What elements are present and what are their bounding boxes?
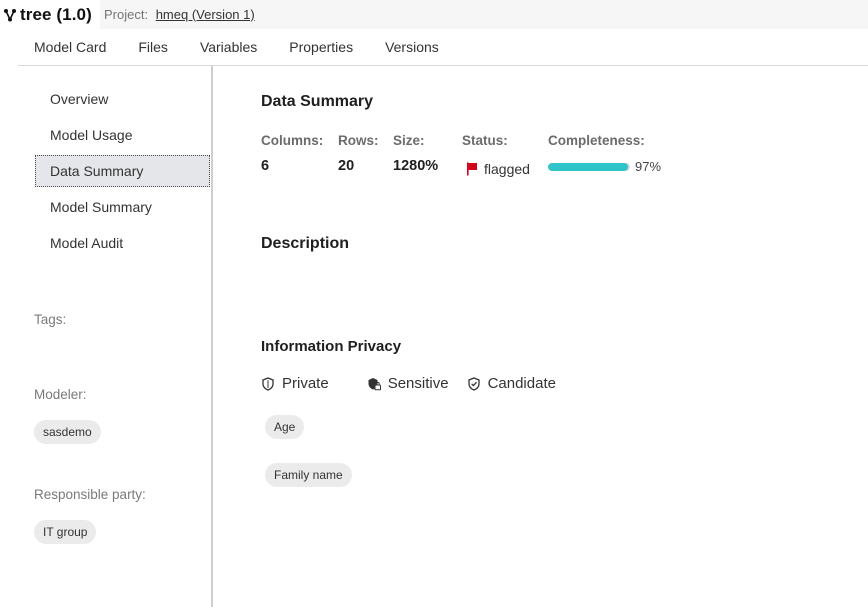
size-label: Size: xyxy=(393,133,425,148)
privacy-option-sensitive[interactable]: Sensitive xyxy=(367,375,449,392)
modeler-chip: sasdemo xyxy=(34,420,101,444)
app-title: tree (1.0) xyxy=(20,4,92,24)
tab-versions[interactable]: Versions xyxy=(385,39,439,55)
rows-label: Rows: xyxy=(338,133,379,148)
tab-files[interactable]: Files xyxy=(138,39,168,55)
rows-value: 20 xyxy=(338,158,355,174)
columns-value: 6 xyxy=(261,158,270,174)
privacy-options: Private Sensitive Candidate xyxy=(261,375,556,392)
flag-icon xyxy=(467,162,477,176)
project-link[interactable]: hmeq (Version 1) xyxy=(156,7,255,22)
sidebar-item-data-summary[interactable]: Data Summary xyxy=(35,155,210,187)
sidebar-item-model-usage[interactable]: Model Usage xyxy=(35,119,210,151)
shield-check-icon xyxy=(467,376,480,391)
shield-icon xyxy=(262,376,274,391)
completeness-value: 97% xyxy=(635,159,662,174)
private-label: Private xyxy=(282,375,329,392)
candidate-label: Candidate xyxy=(487,375,556,392)
description-heading: Description xyxy=(261,235,350,252)
progress-fill xyxy=(548,162,628,171)
status-value: flagged xyxy=(466,161,530,177)
completeness-label: Completeness: xyxy=(548,133,645,148)
completeness-bar: 97% xyxy=(548,159,661,174)
branch-icon xyxy=(4,8,16,21)
progress-track xyxy=(548,162,630,171)
main-content: Data Summary Columns: 6 Rows: 20 Size: 1… xyxy=(261,66,861,606)
page-title: Data Summary xyxy=(261,93,374,110)
columns-label: Columns: xyxy=(261,133,324,148)
modeler-label: Modeler: xyxy=(34,387,87,402)
tab-variables[interactable]: Variables xyxy=(200,39,257,55)
project-info: Project: hmeq (Version 1) xyxy=(104,7,255,22)
project-label: Project: xyxy=(104,7,149,22)
privacy-tag-age: Age xyxy=(265,415,305,439)
responsible-party-chip: IT group xyxy=(34,520,97,544)
lock-shield-icon xyxy=(368,377,381,390)
status-label: Status: xyxy=(462,133,508,148)
title-area: tree (1.0) xyxy=(0,0,100,29)
sidebar-item-model-audit[interactable]: Model Audit xyxy=(35,227,210,259)
left-sidebar: Overview Model Usage Data Summary Model … xyxy=(18,66,213,607)
privacy-heading: Information Privacy xyxy=(261,338,402,355)
tab-model-card[interactable]: Model Card xyxy=(34,39,106,55)
title-bar: tree (1.0) Project: hmeq (Version 1) xyxy=(0,0,868,29)
tab-bar: Model Card Files Variables Properties Ve… xyxy=(18,29,868,66)
sidebar-item-overview[interactable]: Overview xyxy=(35,83,210,115)
sidebar-item-model-summary[interactable]: Model Summary xyxy=(35,191,210,223)
sensitive-label: Sensitive xyxy=(387,375,449,392)
privacy-option-candidate[interactable]: Candidate xyxy=(467,375,556,392)
status-text: flagged xyxy=(484,161,530,177)
responsible-party-label: Responsible party: xyxy=(34,487,146,502)
size-value: 1280% xyxy=(393,158,439,174)
privacy-tag-family-name: Family name xyxy=(265,463,352,487)
tags-label: Tags: xyxy=(34,312,67,327)
tab-properties[interactable]: Properties xyxy=(289,39,353,55)
privacy-option-private[interactable]: Private xyxy=(261,375,329,392)
